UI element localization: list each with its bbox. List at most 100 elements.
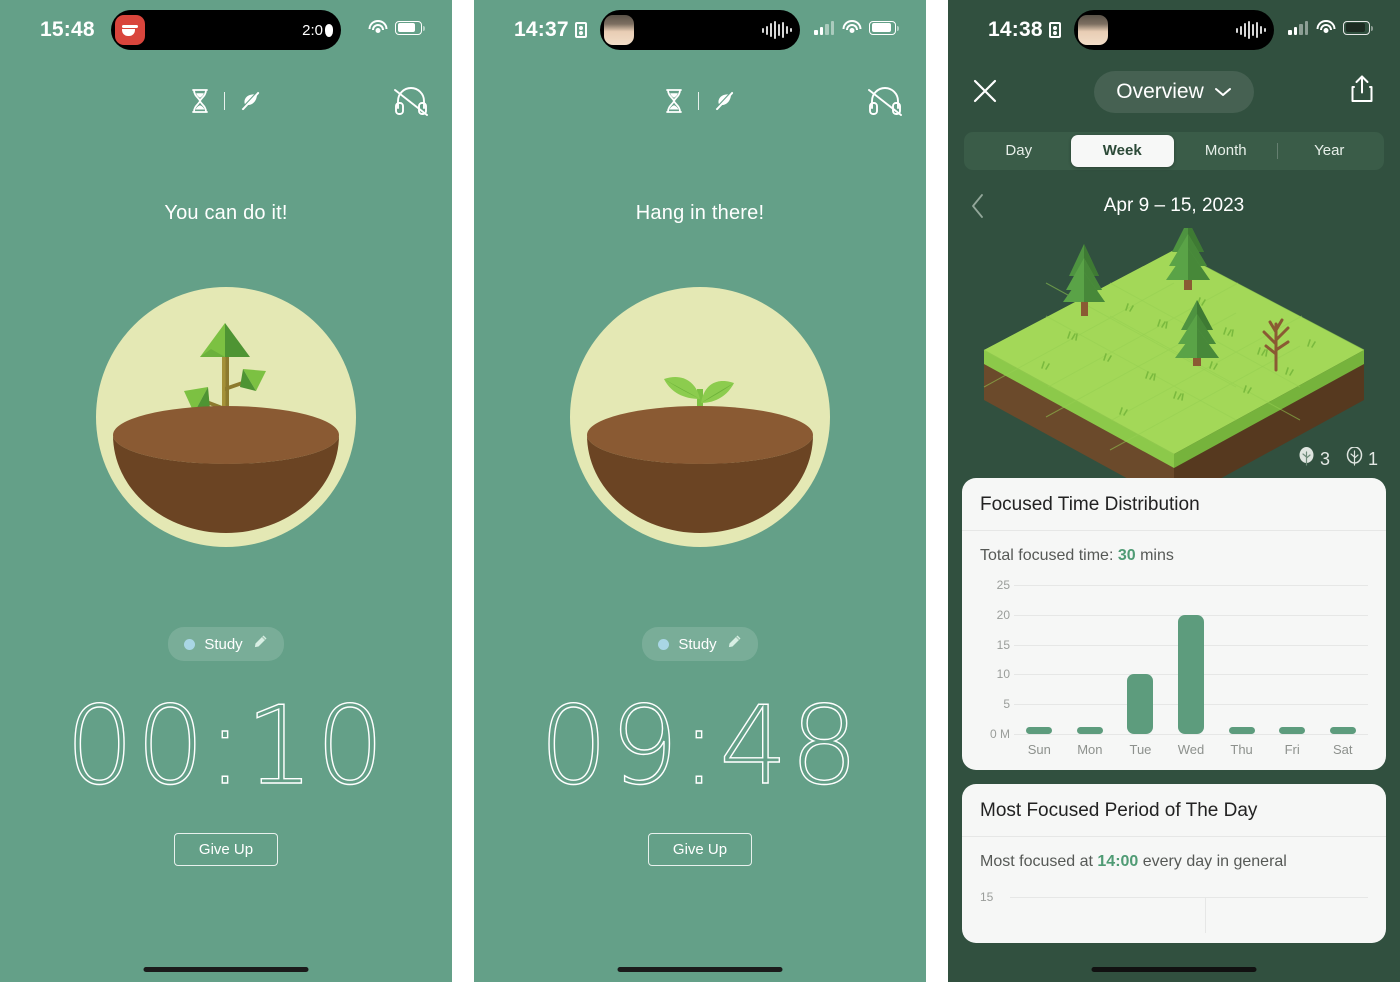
tree-filled-icon xyxy=(1298,447,1315,472)
pencil-icon[interactable] xyxy=(252,634,268,654)
status-time: 15:48 xyxy=(40,18,95,42)
status-time: 14:38 xyxy=(988,18,1061,42)
focused-time-distribution-card: Focused Time Distribution Total focused … xyxy=(962,478,1386,770)
home-indicator xyxy=(1091,967,1257,972)
encouragement-text: Hang in there! xyxy=(635,202,765,224)
give-up-row: Give Up xyxy=(0,833,452,867)
chart-y-tick-label: 0 M xyxy=(989,727,1010,741)
status-bar: 14:37 xyxy=(474,0,926,62)
battery-icon xyxy=(869,20,899,35)
hourglass-icon[interactable] xyxy=(664,89,684,113)
tag-pill-study[interactable]: Study xyxy=(642,627,758,661)
chart-bar-column[interactable] xyxy=(1014,585,1065,734)
tree-outline-icon xyxy=(1346,446,1363,472)
status-time-text: 14:37 xyxy=(514,18,569,41)
plant-illustration-wrap xyxy=(474,287,926,547)
tag-row: Study xyxy=(0,627,452,661)
wifi-icon xyxy=(368,20,387,35)
most-focused-summary: Most focused at 14:00 every day in gener… xyxy=(980,853,1368,871)
close-icon[interactable] xyxy=(972,78,998,109)
date-range-label: Apr 9 – 15, 2023 xyxy=(1103,195,1245,216)
most-focused-mini-chart: 15 xyxy=(980,889,1368,933)
pencil-icon[interactable] xyxy=(726,634,742,654)
chart-bar[interactable] xyxy=(1026,727,1053,734)
home-indicator xyxy=(617,967,783,972)
dynamic-island[interactable]: 2:0 xyxy=(111,10,341,50)
card-title: Most Focused Period of The Day xyxy=(962,784,1386,837)
session-mode-bar xyxy=(0,80,452,122)
divider xyxy=(697,92,699,110)
chart-y-tick-label: 15 xyxy=(996,637,1010,652)
encouragement-text: You can do it! xyxy=(164,202,288,224)
chart-y-tick-label: 10 xyxy=(996,667,1010,682)
chart-y-tick-label: 5 xyxy=(1003,697,1010,712)
headphones-slash-icon[interactable] xyxy=(392,84,430,118)
chart-x-tick-label: Fri xyxy=(1284,741,1300,757)
chart-bar-column[interactable] xyxy=(1317,585,1368,734)
chart-y-tick-label: 20 xyxy=(996,607,1010,622)
chart-bar-column[interactable] xyxy=(1267,585,1318,734)
overview-dropdown[interactable]: Overview xyxy=(1094,71,1254,113)
chart-bar[interactable] xyxy=(1127,674,1154,734)
mini-chart-vertical-line xyxy=(1205,897,1207,933)
total-focused-summary: Total focused time: 30 mins xyxy=(980,547,1368,565)
stats-screen: 14:38 Overview Day Week Month Year Apr 9… xyxy=(948,0,1400,982)
card-title: Focused Time Distribution xyxy=(962,478,1386,531)
dynamic-island[interactable] xyxy=(1074,10,1274,50)
chart-bar-column[interactable] xyxy=(1065,585,1116,734)
most-focused-period-card: Most Focused Period of The Day Most focu… xyxy=(962,784,1386,943)
chart-bar-column[interactable] xyxy=(1216,585,1267,734)
tab-year[interactable]: Year xyxy=(1278,135,1382,167)
summary-value: 14:00 xyxy=(1097,853,1139,870)
tab-month[interactable]: Month xyxy=(1174,135,1278,167)
chart-y-tick-label: 25 xyxy=(996,578,1010,592)
tree-counters: 3 1 xyxy=(1298,446,1378,472)
chart-bar[interactable] xyxy=(1329,727,1356,734)
status-indicators xyxy=(368,20,425,35)
chart-bars xyxy=(1014,585,1368,734)
screen-gap xyxy=(926,0,948,982)
tab-week-label: Week xyxy=(1102,142,1142,159)
plant-illustration-wrap xyxy=(0,287,452,547)
period-segmented-control[interactable]: Day Week Month Year xyxy=(964,132,1384,170)
tab-day[interactable]: Day xyxy=(967,135,1071,167)
waveform-icon xyxy=(1236,21,1266,39)
leaf-slash-icon[interactable] xyxy=(713,89,737,113)
forest-illustration[interactable]: 3 1 xyxy=(948,220,1400,504)
chart-bar[interactable] xyxy=(1279,727,1306,734)
wifi-icon xyxy=(842,20,861,35)
status-indicators xyxy=(1288,20,1373,35)
screen-record-icon xyxy=(1048,22,1061,38)
hourglass-icon[interactable] xyxy=(190,89,210,113)
leaf-slash-icon[interactable] xyxy=(239,89,263,113)
share-icon[interactable] xyxy=(1350,74,1374,109)
tab-week[interactable]: Week xyxy=(1070,135,1174,167)
cellular-icon xyxy=(1288,20,1308,35)
give-up-row: Give Up xyxy=(474,833,926,867)
battery-icon xyxy=(395,20,425,35)
coffee-cup-icon xyxy=(115,15,145,45)
mini-chart-gridline xyxy=(1010,897,1368,898)
tag-pill-study[interactable]: Study xyxy=(168,627,284,661)
summary-value: 30 xyxy=(1117,547,1136,564)
tab-day-label: Day xyxy=(1005,142,1033,159)
dynamic-island[interactable] xyxy=(600,10,800,50)
island-activity: 2:0 xyxy=(302,22,333,39)
chart-x-tick-label: Wed xyxy=(1177,741,1205,757)
overview-label: Overview xyxy=(1116,80,1204,103)
chart-bar-column[interactable] xyxy=(1115,585,1166,734)
tag-row: Study xyxy=(474,627,926,661)
countdown-timer: 09:48 xyxy=(539,683,861,809)
chart-bar[interactable] xyxy=(1228,727,1255,734)
chart-bar[interactable] xyxy=(1076,727,1103,734)
chart-bar-column[interactable] xyxy=(1166,585,1217,734)
give-up-button[interactable]: Give Up xyxy=(173,833,279,867)
chart-x-tick-label: Tue xyxy=(1129,741,1152,757)
chart-bar[interactable] xyxy=(1178,614,1205,734)
status-bar: 15:48 2:0 xyxy=(0,0,452,62)
tag-color-dot xyxy=(184,638,196,650)
previous-period-button[interactable] xyxy=(970,192,986,225)
headphones-slash-icon[interactable] xyxy=(866,84,904,118)
give-up-button[interactable]: Give Up xyxy=(647,833,753,867)
tab-month-label: Month xyxy=(1204,142,1247,159)
